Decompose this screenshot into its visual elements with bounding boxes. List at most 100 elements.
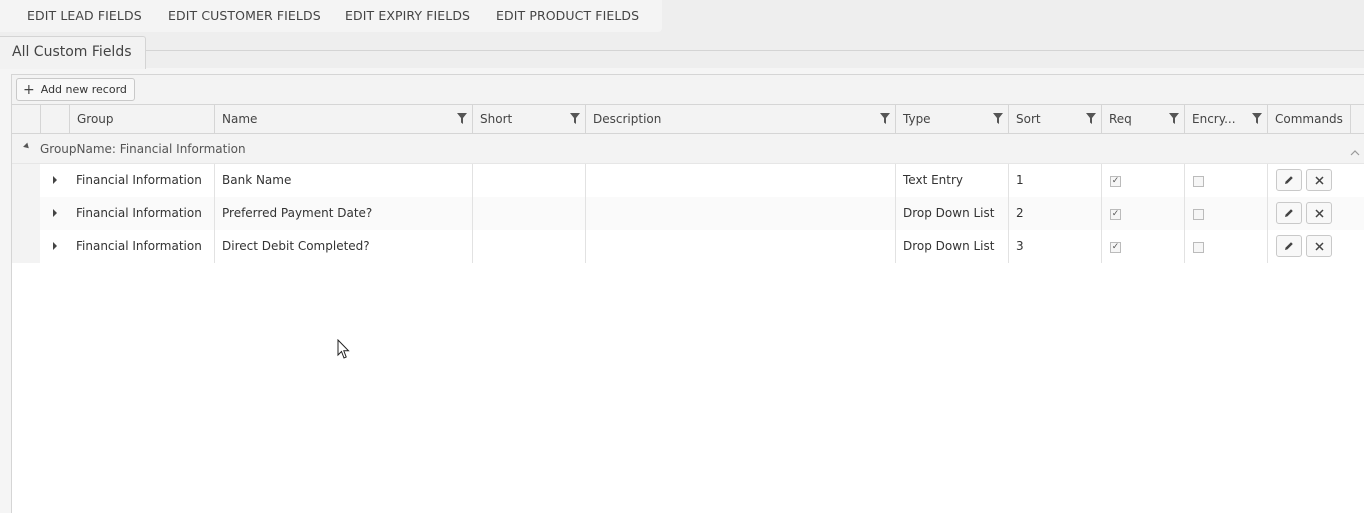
cell-req: ✓ bbox=[1101, 164, 1184, 197]
collapse-group-icon[interactable] bbox=[23, 142, 31, 151]
header-group[interactable]: Group bbox=[69, 105, 214, 134]
close-icon bbox=[1314, 208, 1324, 218]
delete-button[interactable] bbox=[1306, 235, 1332, 257]
grid-header: Group Name Short Description Type Sort R… bbox=[12, 105, 1364, 134]
edit-button[interactable] bbox=[1276, 169, 1302, 191]
header-sort-label: Sort bbox=[1016, 112, 1041, 126]
table-row: Financial Information Preferred Payment … bbox=[12, 197, 1364, 230]
nav-edit-lead-fields[interactable]: EDIT LEAD FIELDS bbox=[27, 8, 142, 23]
header-encrypted-label: Encry... bbox=[1192, 112, 1236, 126]
close-icon bbox=[1314, 241, 1324, 251]
cell-encrypted bbox=[1184, 164, 1267, 197]
table-row: Financial Information Direct Debit Compl… bbox=[12, 230, 1364, 263]
nav-edit-expiry-fields[interactable]: EDIT EXPIRY FIELDS bbox=[345, 8, 470, 23]
cell-sort-text: 3 bbox=[1016, 239, 1024, 253]
expand-row-icon[interactable] bbox=[53, 242, 57, 250]
cell-description bbox=[585, 197, 895, 230]
tab-all-custom-fields[interactable]: All Custom Fields bbox=[0, 36, 146, 69]
plus-icon: + bbox=[23, 81, 35, 98]
cell-sort-text: 1 bbox=[1016, 173, 1024, 187]
chevron-up-icon[interactable] bbox=[1350, 149, 1360, 157]
group-row[interactable]: GroupName: Financial Information bbox=[12, 134, 1364, 164]
cell-sort: 1 bbox=[1008, 164, 1101, 197]
cell-commands bbox=[1267, 230, 1350, 263]
expand-row-icon[interactable] bbox=[53, 209, 57, 217]
filter-icon[interactable] bbox=[993, 113, 1003, 124]
cell-name-text: Bank Name bbox=[222, 173, 292, 187]
header-req[interactable]: Req bbox=[1101, 105, 1184, 134]
cell-type-text: Drop Down List bbox=[903, 206, 995, 220]
tab-label: All Custom Fields bbox=[12, 44, 132, 60]
cell-short bbox=[472, 197, 585, 230]
cell-description bbox=[585, 230, 895, 263]
header-name-label: Name bbox=[222, 112, 258, 126]
header-short[interactable]: Short bbox=[472, 105, 585, 134]
row-indicator bbox=[12, 164, 40, 197]
encrypted-checkbox[interactable] bbox=[1193, 242, 1204, 253]
header-scroll-spacer bbox=[1350, 105, 1364, 134]
header-short-label: Short bbox=[480, 112, 513, 126]
row-expand-cell[interactable] bbox=[40, 197, 69, 230]
pencil-icon bbox=[1285, 209, 1293, 217]
req-checkbox[interactable]: ✓ bbox=[1110, 242, 1121, 253]
app-root: EDIT LEAD FIELDS EDIT CUSTOMER FIELDS ED… bbox=[0, 0, 1364, 513]
group-row-label: GroupName: Financial Information bbox=[40, 142, 246, 156]
header-group-label: Group bbox=[77, 112, 114, 126]
header-sort[interactable]: Sort bbox=[1008, 105, 1101, 134]
filter-icon[interactable] bbox=[457, 113, 467, 124]
add-new-record-button[interactable]: + Add new record bbox=[16, 78, 135, 101]
cell-group: Financial Information bbox=[69, 197, 214, 230]
edit-button[interactable] bbox=[1276, 235, 1302, 257]
cell-short bbox=[472, 164, 585, 197]
header-name[interactable]: Name bbox=[214, 105, 472, 134]
row-expand-cell[interactable] bbox=[40, 164, 69, 197]
row-expand-cell[interactable] bbox=[40, 230, 69, 263]
nav-edit-customer-fields[interactable]: EDIT CUSTOMER FIELDS bbox=[168, 8, 321, 23]
cell-group: Financial Information bbox=[69, 230, 214, 263]
pencil-icon bbox=[1285, 176, 1293, 184]
header-encrypted[interactable]: Encry... bbox=[1184, 105, 1267, 134]
add-new-record-label: Add new record bbox=[40, 83, 127, 96]
cell-name: Preferred Payment Date? bbox=[214, 197, 472, 230]
cell-group-text: Financial Information bbox=[76, 239, 202, 253]
cell-commands bbox=[1267, 197, 1350, 230]
row-indicator bbox=[12, 197, 40, 230]
cell-encrypted bbox=[1184, 197, 1267, 230]
filter-icon[interactable] bbox=[570, 113, 580, 124]
cell-type: Drop Down List bbox=[895, 197, 1008, 230]
header-description[interactable]: Description bbox=[585, 105, 895, 134]
cell-name: Bank Name bbox=[214, 164, 472, 197]
expand-row-icon[interactable] bbox=[53, 176, 57, 184]
cell-type: Text Entry bbox=[895, 164, 1008, 197]
delete-button[interactable] bbox=[1306, 169, 1332, 191]
header-expand-spacer bbox=[40, 105, 69, 134]
cell-group-text: Financial Information bbox=[76, 173, 202, 187]
cell-type-text: Text Entry bbox=[903, 173, 964, 187]
cell-req: ✓ bbox=[1101, 197, 1184, 230]
nav-edit-product-fields[interactable]: EDIT PRODUCT FIELDS bbox=[496, 8, 639, 23]
encrypted-checkbox[interactable] bbox=[1193, 176, 1204, 187]
header-commands-label: Commands bbox=[1275, 112, 1343, 126]
mouse-cursor-icon bbox=[337, 339, 350, 359]
edit-button[interactable] bbox=[1276, 202, 1302, 224]
cell-description bbox=[585, 164, 895, 197]
cell-name-text: Direct Debit Completed? bbox=[222, 239, 370, 253]
filter-icon[interactable] bbox=[880, 113, 890, 124]
filter-icon[interactable] bbox=[1086, 113, 1096, 124]
req-checkbox[interactable]: ✓ bbox=[1110, 176, 1121, 187]
delete-button[interactable] bbox=[1306, 202, 1332, 224]
top-nav: EDIT LEAD FIELDS EDIT CUSTOMER FIELDS ED… bbox=[0, 0, 662, 32]
filter-icon[interactable] bbox=[1169, 113, 1179, 124]
cell-type-text: Drop Down List bbox=[903, 239, 995, 253]
header-description-label: Description bbox=[593, 112, 662, 126]
filter-icon[interactable] bbox=[1252, 113, 1262, 124]
header-type[interactable]: Type bbox=[895, 105, 1008, 134]
cell-name: Direct Debit Completed? bbox=[214, 230, 472, 263]
row-indicator bbox=[12, 230, 40, 263]
encrypted-checkbox[interactable] bbox=[1193, 209, 1204, 220]
cell-req: ✓ bbox=[1101, 230, 1184, 263]
cell-commands bbox=[1267, 164, 1350, 197]
cell-name-text: Preferred Payment Date? bbox=[222, 206, 373, 220]
cell-group-text: Financial Information bbox=[76, 206, 202, 220]
req-checkbox[interactable]: ✓ bbox=[1110, 209, 1121, 220]
